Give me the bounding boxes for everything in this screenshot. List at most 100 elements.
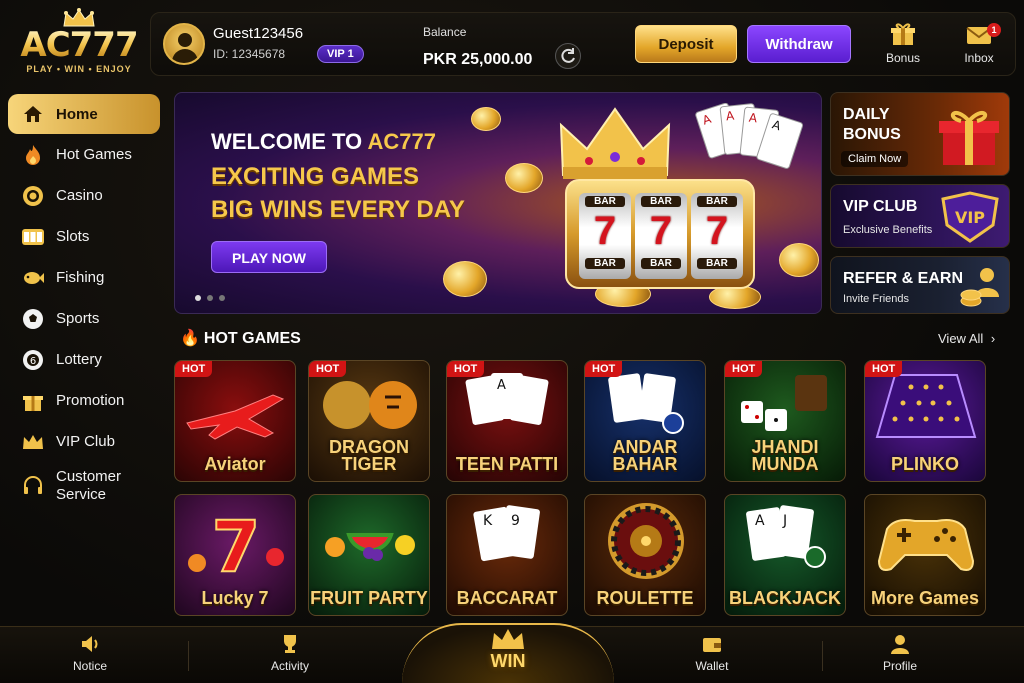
- svg-text:9: 9: [511, 513, 520, 529]
- refer-earn-card[interactable]: REFER & EARN Invite Friends: [830, 256, 1010, 314]
- headset-icon: [20, 473, 46, 499]
- vip-level-badge: VIP 1: [317, 45, 364, 63]
- sidebar-item-hot-games[interactable]: Hot Games: [8, 134, 160, 175]
- game-tile-lucky-7[interactable]: 7 Lucky 7: [174, 494, 296, 616]
- sidebar-item-lottery[interactable]: 6 Lottery: [8, 339, 160, 380]
- view-all-link[interactable]: View All ›: [938, 331, 995, 346]
- sidebar: Home Hot Games Casino Slots Fishing Spor…: [8, 94, 160, 510]
- reel-seven: 7: [593, 209, 617, 253]
- game-tile-more-games[interactable]: More Games: [864, 494, 986, 616]
- banner-welcome: WELCOME TO AC777: [211, 129, 436, 155]
- deposit-button[interactable]: Deposit: [635, 25, 737, 63]
- ball-icon: [20, 306, 46, 332]
- sidebar-item-vip-club[interactable]: VIP Club: [8, 421, 160, 462]
- sidebar-item-casino[interactable]: Casino: [8, 175, 160, 216]
- carousel-dots[interactable]: [195, 295, 225, 301]
- balance-value: PKR 25,000.00: [423, 51, 533, 68]
- reel-bar-top: BAR: [641, 196, 681, 207]
- reel-bar-bottom: BAR: [641, 258, 681, 269]
- chip-icon: [20, 183, 46, 209]
- sidebar-item-slots[interactable]: Slots: [8, 216, 160, 257]
- nav-notice[interactable]: Notice: [40, 633, 140, 673]
- hot-badge: HOT: [175, 361, 213, 377]
- claim-now-button[interactable]: Claim Now: [841, 151, 909, 167]
- game-tile-andar-bahar[interactable]: HOT ANDAR BAHAR: [584, 360, 706, 482]
- daily-bonus-title-2: BONUS: [843, 126, 901, 143]
- svg-text:J: J: [782, 513, 787, 529]
- brand-tagline: PLAY • WIN • ENJOY: [26, 64, 132, 74]
- game-name: Aviator: [204, 454, 266, 474]
- reel-seven: 7: [649, 209, 673, 253]
- nav-label: Activity: [270, 659, 309, 673]
- game-name: ROULETTE: [596, 588, 694, 608]
- nav-profile[interactable]: Profile: [850, 633, 950, 673]
- app-root: AC777 PLAY • WIN • ENJOY Guest123456 ID:…: [0, 0, 1024, 683]
- nav-activity[interactable]: Activity: [240, 633, 340, 673]
- sidebar-item-label: Sports: [56, 310, 100, 327]
- refer-earn-subtitle: Invite Friends: [843, 293, 910, 305]
- lottery-icon: 6: [20, 347, 46, 373]
- vip-club-card[interactable]: VIP CLUB Exclusive Benefits VIP: [830, 184, 1010, 248]
- view-all-label: View All: [938, 331, 984, 346]
- slot-reel: BAR 7 BAR: [635, 193, 687, 279]
- vip-shield-icon: VIP: [941, 191, 999, 243]
- game-tile-blackjack[interactable]: A J BLACKJACK: [724, 494, 846, 616]
- sidebar-item-customer-service[interactable]: Customer Service: [8, 462, 160, 510]
- user-icon: [850, 633, 950, 659]
- game-tile-dragon-tiger[interactable]: HOT DRAGON TIGER: [308, 360, 430, 482]
- sidebar-item-label: Hot Games: [56, 146, 132, 163]
- daily-bonus-card[interactable]: DAILY BONUS Claim Now: [830, 92, 1010, 176]
- hot-badge: HOT: [447, 361, 485, 377]
- game-name: BLACKJACK: [729, 588, 841, 608]
- sidebar-item-label: Fishing: [56, 269, 105, 286]
- nav-win[interactable]: WIN: [402, 623, 614, 683]
- game-tile-teen-patti[interactable]: A HOT TEEN PATTI: [446, 360, 568, 482]
- hot-badge: HOT: [865, 361, 903, 377]
- hero-banner[interactable]: WELCOME TO AC777 EXCITING GAMES BIG WINS…: [174, 92, 822, 314]
- gift-box-icon: [939, 110, 999, 165]
- banner-welcome-prefix: WELCOME TO: [211, 129, 368, 154]
- inbox-button[interactable]: 1 Inbox: [951, 21, 1007, 65]
- game-name: DRAGON TIGER: [329, 437, 409, 474]
- game-name: PLINKO: [890, 454, 959, 474]
- coin-decoration: [471, 107, 501, 131]
- wallet-icon: [662, 633, 762, 659]
- reel-bar-bottom: BAR: [585, 258, 625, 269]
- banner-welcome-brand: AC777: [367, 129, 436, 154]
- refresh-balance-button[interactable]: [555, 43, 581, 69]
- play-now-button[interactable]: PLAY NOW: [211, 241, 327, 273]
- coins-people-icon: [960, 268, 999, 307]
- sidebar-item-fishing[interactable]: Fishing: [8, 257, 160, 298]
- speaker-icon: [40, 633, 140, 659]
- sidebar-item-sports[interactable]: Sports: [8, 298, 160, 339]
- brand-logo[interactable]: AC777 PLAY • WIN • ENJOY: [14, 8, 144, 78]
- slot-machine: BAR 7 BAR BAR 7 BAR BAR 7 BAR: [565, 179, 755, 289]
- game-tile-fruit-party[interactable]: FRUIT PARTY: [308, 494, 430, 616]
- sidebar-item-label: Promotion: [56, 392, 125, 409]
- sidebar-item-promotion[interactable]: Promotion: [8, 380, 160, 421]
- withdraw-button[interactable]: Withdraw: [747, 25, 851, 63]
- game-tile-jhandi-munda[interactable]: HOT JHANDI MUNDA: [724, 360, 846, 482]
- vip-club-title: VIP CLUB: [843, 198, 918, 215]
- nav-wallet[interactable]: Wallet: [662, 633, 762, 673]
- sidebar-item-label: VIP Club: [56, 433, 115, 450]
- bonus-button[interactable]: Bonus: [875, 21, 931, 65]
- game-tile-baccarat[interactable]: K 9 BACCARAT: [446, 494, 568, 616]
- sidebar-item-label: Slots: [56, 228, 90, 245]
- nav-label: Notice: [72, 659, 107, 673]
- game-tile-roulette[interactable]: ROULETTE: [584, 494, 706, 616]
- home-icon: [20, 101, 46, 127]
- game-tile-aviator[interactable]: HOT Aviator: [174, 360, 296, 482]
- win-label: WIN: [490, 651, 526, 671]
- avatar[interactable]: [163, 23, 205, 65]
- user-id: ID: 12345678: [213, 47, 286, 61]
- coin-decoration: [779, 243, 819, 277]
- game-tile-plinko[interactable]: HOT PLINKO: [864, 360, 986, 482]
- sidebar-item-home[interactable]: Home: [8, 94, 160, 134]
- top-header: Guest123456 ID: 12345678 VIP 1 Balance P…: [150, 12, 1016, 76]
- coin-decoration: [505, 163, 543, 193]
- game-name: More Games: [870, 588, 980, 608]
- game-name: BACCARAT: [456, 588, 558, 608]
- slot-reel: BAR 7 BAR: [691, 193, 743, 279]
- nav-label: Profile: [882, 659, 917, 673]
